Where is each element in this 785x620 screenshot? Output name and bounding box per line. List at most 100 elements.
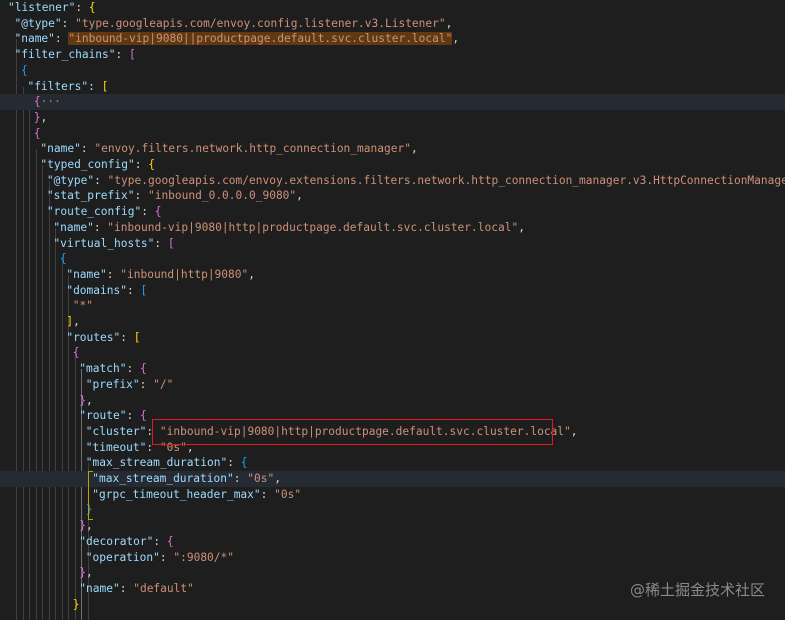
separator: : xyxy=(54,32,69,46)
bracket: [ xyxy=(101,79,109,93)
bracket: [ xyxy=(140,283,148,297)
json-key: cluster xyxy=(92,424,140,438)
quote-mark: " xyxy=(153,377,160,391)
code-line[interactable]: "operation": ":9080/*" xyxy=(0,550,785,566)
quote-mark: " xyxy=(274,487,281,501)
json-string-value: type.googleapis.com/envoy.config.listene… xyxy=(81,16,439,30)
code-line[interactable]: "filters": [ xyxy=(0,79,785,95)
bracket: } xyxy=(79,566,87,580)
json-key: listener xyxy=(14,1,69,14)
cluster-highlight-box xyxy=(152,418,553,445)
code-line[interactable]: "grpc_timeout_header_max": "0s" xyxy=(0,487,785,503)
code-line[interactable]: "name": "envoy.filters.network.http_conn… xyxy=(0,141,785,157)
quote-mark: " xyxy=(8,1,15,14)
json-key: route_config xyxy=(53,205,135,219)
json-key: routes xyxy=(73,330,114,344)
quote-mark: " xyxy=(48,32,55,46)
code-line[interactable]: { xyxy=(0,251,785,267)
separator: : xyxy=(120,330,134,344)
code-line[interactable]: "@type": "type.googleapis.com/envoy.exte… xyxy=(0,173,785,189)
quote-mark: " xyxy=(132,377,140,391)
separator: : xyxy=(126,409,140,423)
quote-mark: " xyxy=(166,377,174,391)
code-line[interactable]: }, xyxy=(0,518,785,534)
comma: , xyxy=(86,393,93,407)
json-string-value: inbound-vip|9080|http|productpage.defaul… xyxy=(114,220,512,234)
bracket: { xyxy=(33,95,41,109)
quote-mark: " xyxy=(75,16,82,30)
separator: : xyxy=(126,362,140,376)
code-line[interactable]: {··· xyxy=(0,94,785,111)
code-line[interactable]: "listener": { xyxy=(0,0,785,16)
code-line[interactable]: "*" xyxy=(0,298,785,314)
quote-mark: " xyxy=(247,472,254,485)
code-line[interactable]: { xyxy=(0,345,785,361)
quote-mark: " xyxy=(120,267,127,281)
separator: : xyxy=(134,189,148,203)
code-line[interactable]: "virtual_hosts": [ xyxy=(0,236,785,252)
json-key: grpc_timeout_header_max xyxy=(98,487,254,501)
code-line[interactable]: "name": "inbound|http|9080", xyxy=(0,267,785,283)
code-line[interactable]: "prefix": "/" xyxy=(0,377,785,393)
comma: , xyxy=(274,472,281,485)
code-line[interactable]: "match": { xyxy=(0,361,785,377)
json-string-value: envoy.filters.network.http_connection_ma… xyxy=(101,142,405,156)
code-line[interactable]: "decorator": { xyxy=(0,534,785,550)
code-line[interactable]: "max_stream_duration": { xyxy=(0,455,785,471)
code-line[interactable]: "@type": "type.googleapis.com/envoy.conf… xyxy=(0,16,785,32)
json-key: route xyxy=(86,409,120,423)
bracket: [ xyxy=(129,48,136,62)
string-value-wrapper: "0s" xyxy=(274,488,301,501)
code-line[interactable]: "filter_chains": [ xyxy=(0,47,785,63)
code-line[interactable]: ], xyxy=(0,314,785,330)
code-editor[interactable]: "listener": {"@type": "type.googleapis.c… xyxy=(0,0,785,620)
bracket: } xyxy=(79,393,87,407)
quote-mark: " xyxy=(87,220,94,234)
separator: : xyxy=(139,377,154,391)
code-line[interactable]: }, xyxy=(0,110,785,126)
code-line[interactable]: "domains": [ xyxy=(0,283,785,299)
json-string-value: 0s xyxy=(280,487,295,501)
quote-mark: " xyxy=(564,424,571,438)
code-line[interactable]: }, xyxy=(0,393,785,409)
string-value-wrapper: "inbound-vip|9080|http|productpage.defau… xyxy=(107,221,518,234)
code-line[interactable]: "routes": [ xyxy=(0,330,785,346)
json-key: name xyxy=(73,267,101,281)
watermark: @稀土掘金技术社区 xyxy=(629,581,765,599)
quote-mark: " xyxy=(85,456,93,470)
bracket: { xyxy=(154,205,162,219)
code-line[interactable]: "route_config": { xyxy=(0,204,785,220)
quote-mark: " xyxy=(79,409,87,423)
bracket: [ xyxy=(133,330,141,344)
code-line[interactable]: "name": "inbound-vip|9080||productpage.d… xyxy=(0,31,785,47)
quote-mark: " xyxy=(92,487,99,501)
comma: , xyxy=(570,424,578,438)
bracket: { xyxy=(33,126,41,140)
json-key: decorator xyxy=(86,534,147,548)
json-key: domains xyxy=(73,283,121,297)
code-line[interactable]: { xyxy=(0,63,785,79)
code-line[interactable]: "stat_prefix": "inbound_0.0.0.0_9080", xyxy=(0,188,785,204)
code-line[interactable]: } xyxy=(0,502,785,518)
code-line[interactable]: { xyxy=(0,126,785,142)
quote-mark: " xyxy=(79,362,87,376)
separator: : xyxy=(106,267,121,281)
json-key: filters xyxy=(34,79,82,93)
code-line[interactable]: "typed_config": { xyxy=(0,157,785,173)
string-value-wrapper: "inbound_0.0.0.0_9080" xyxy=(148,189,296,202)
string-value-wrapper: "type.googleapis.com/envoy.extensions.fi… xyxy=(108,174,785,187)
code-line[interactable]: "name": "inbound-vip|9080|http|productpa… xyxy=(0,220,785,236)
comma: , xyxy=(248,267,256,281)
bracket: { xyxy=(20,63,28,77)
comma: , xyxy=(452,32,460,46)
string-value-wrapper: "inbound|http|9080" xyxy=(120,268,248,281)
bracket: { xyxy=(240,456,248,470)
quote-mark: " xyxy=(404,142,411,156)
quote-mark: " xyxy=(120,283,127,297)
comma: , xyxy=(410,142,418,156)
quote-mark: " xyxy=(294,487,302,501)
json-string-value: / xyxy=(159,377,167,391)
json-key: filter_chains xyxy=(21,48,109,62)
separator: : xyxy=(94,173,108,187)
code-line[interactable]: "max_stream_duration": "0s", xyxy=(0,471,785,487)
